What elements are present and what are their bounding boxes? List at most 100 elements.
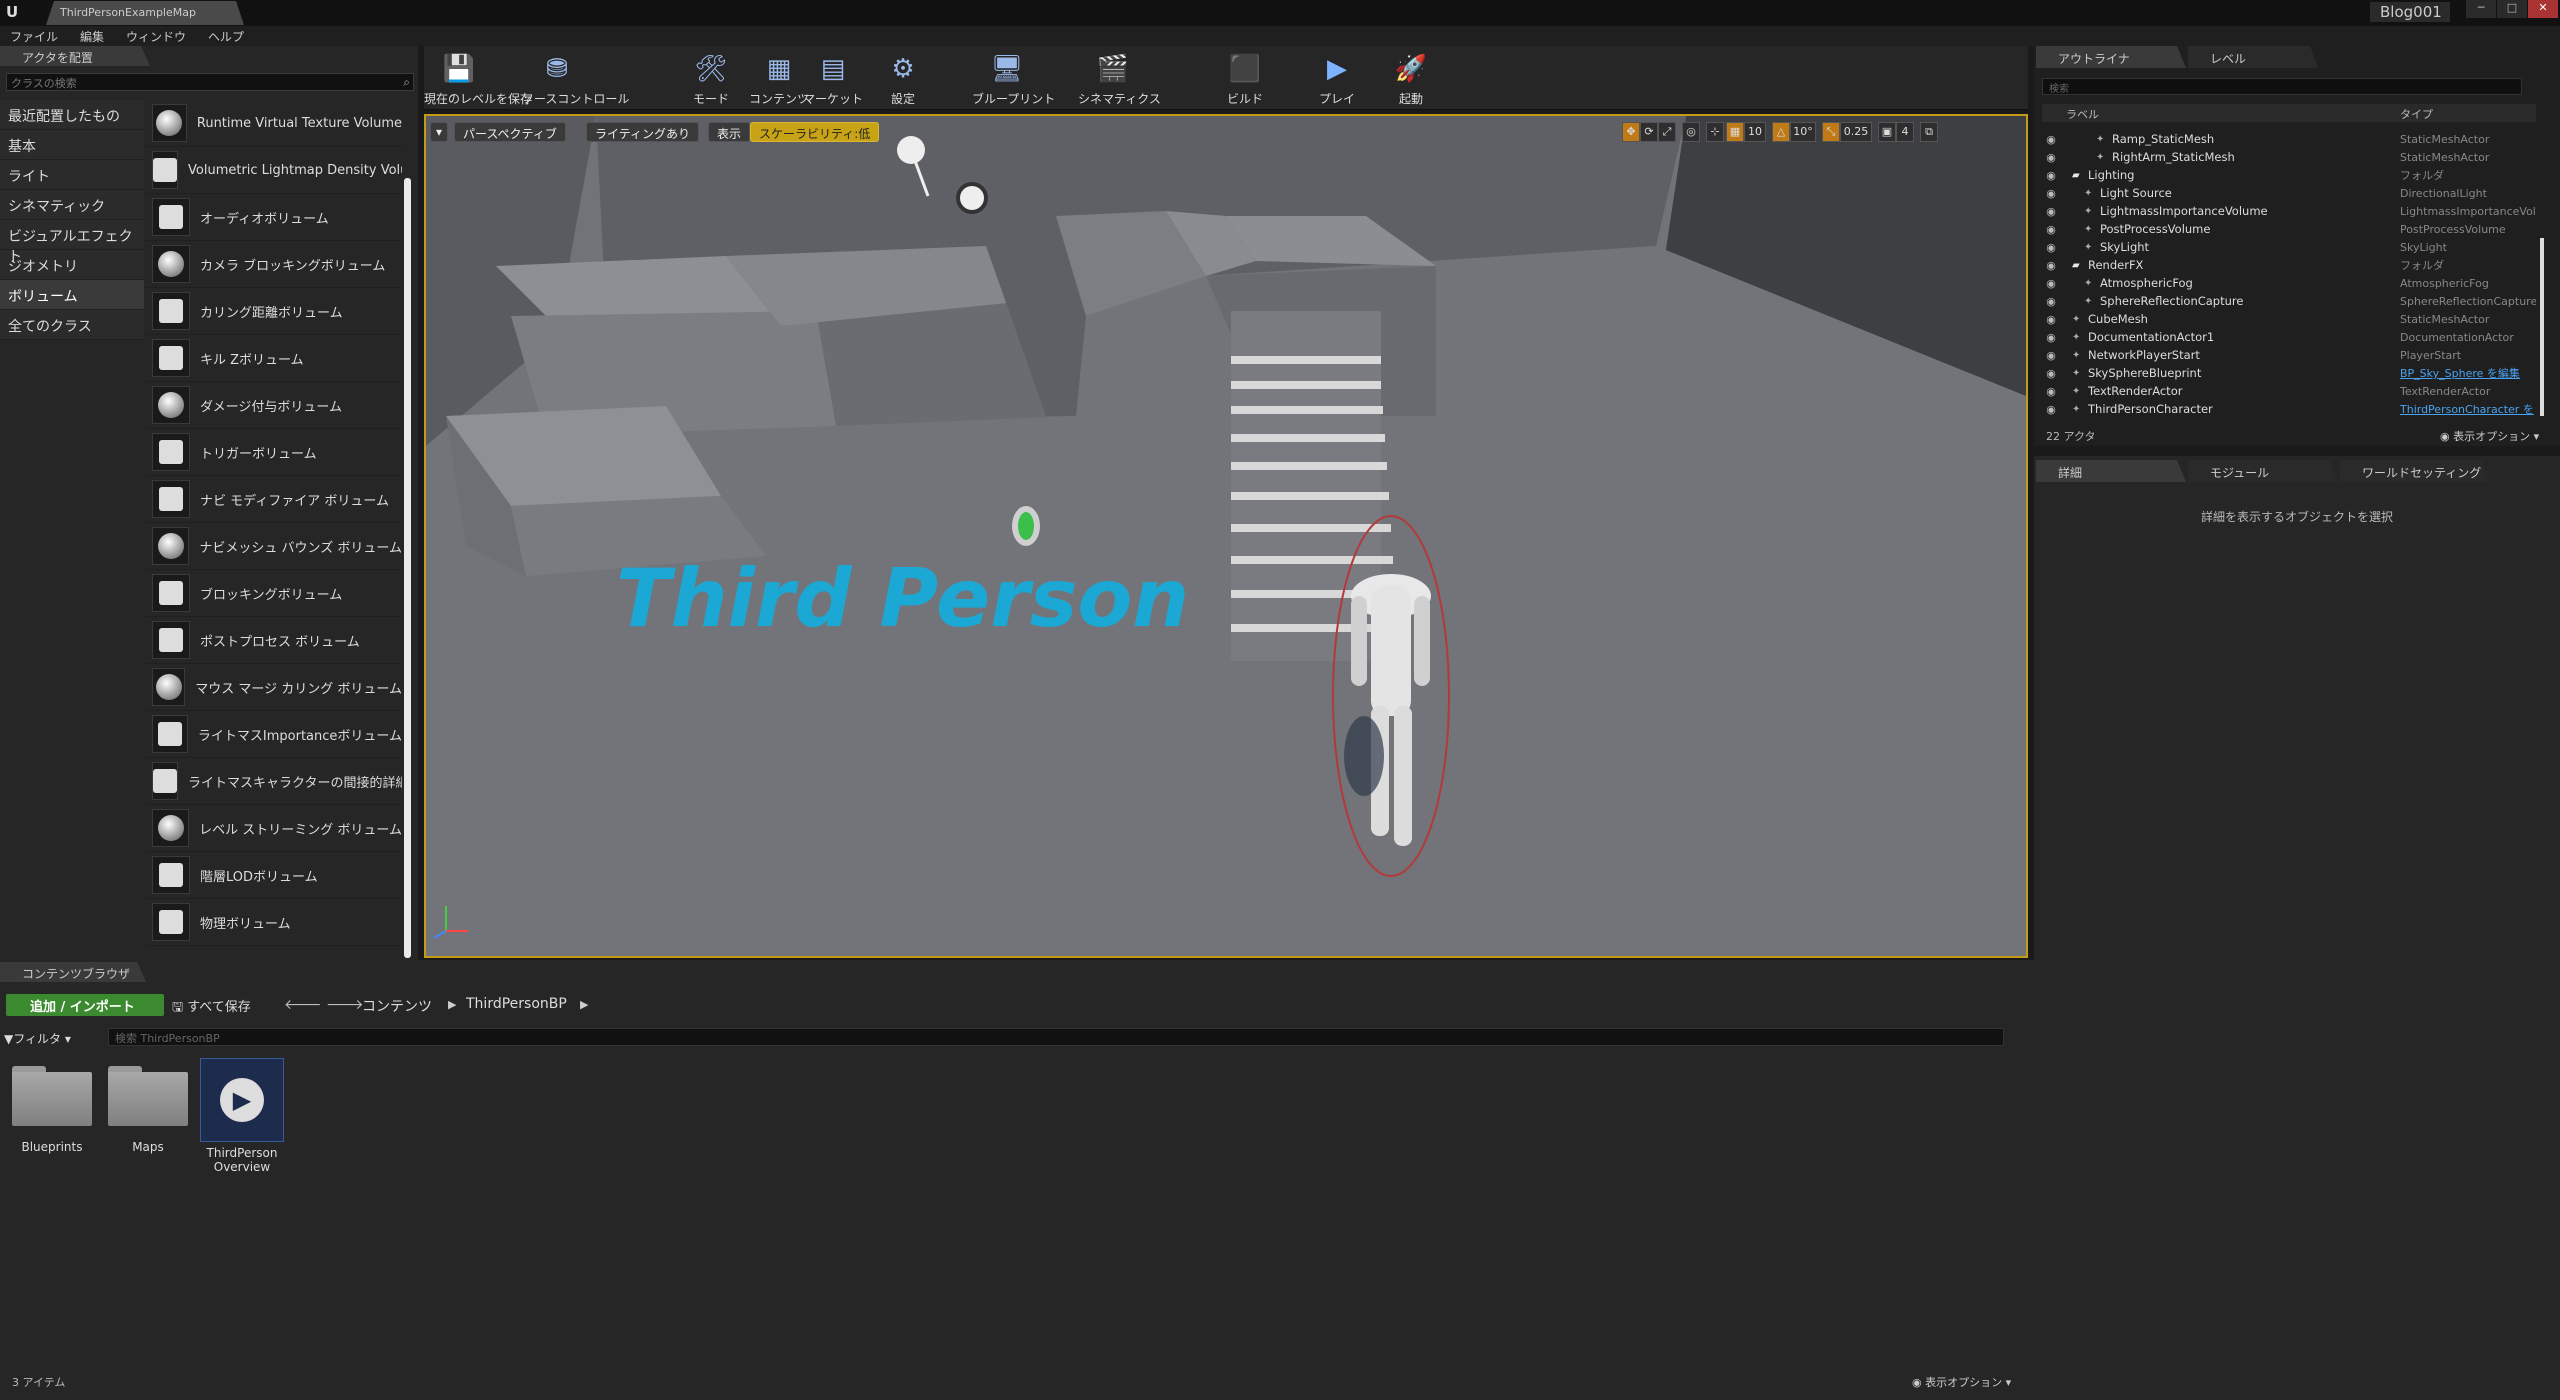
actor-item[interactable]: トリガーボリューム xyxy=(146,429,402,476)
history-nav[interactable]: 🡐 🡒 xyxy=(284,996,364,1013)
asset-search-input[interactable]: 検索 ThirdPersonBP xyxy=(108,1028,2004,1046)
tab-levels[interactable]: レベル xyxy=(2188,46,2318,68)
actor-item[interactable]: 階層LODボリューム xyxy=(146,852,402,899)
visibility-eye-icon[interactable]: ◉ xyxy=(2042,295,2060,308)
outliner-row-type[interactable]: BP_Sky_Sphere を編集 xyxy=(2400,365,2520,381)
class-search-input[interactable]: クラスの検索 ⌕ xyxy=(6,73,414,91)
actor-item[interactable]: ライトマスImportanceボリューム xyxy=(146,711,402,758)
close-button[interactable]: ✕ xyxy=(2528,0,2558,18)
menu-window[interactable]: ウィンドウ xyxy=(124,26,196,46)
actor-item[interactable]: ナビ モディファイア ボリューム xyxy=(146,476,402,523)
actor-list-scrollbar[interactable] xyxy=(404,178,411,958)
forward-arrow-icon[interactable]: 🡒 xyxy=(326,997,364,1013)
actor-item[interactable]: ダメージ付与ボリューム xyxy=(146,382,402,429)
outliner-row[interactable]: ◉ ✦ Light Source DirectionalLight xyxy=(2042,184,2536,202)
level-tab[interactable]: ThirdPersonExampleMap xyxy=(46,1,244,25)
outliner-scrollbar[interactable] xyxy=(2540,238,2544,416)
scale-tool-icon[interactable]: ⤢ xyxy=(1658,122,1676,142)
modes-button[interactable]: 🛠 モード xyxy=(676,50,746,107)
rotation-snap-icon[interactable]: △ xyxy=(1772,122,1790,142)
actor-item[interactable]: 物理ボリューム xyxy=(146,899,402,946)
outliner-row[interactable]: ◉ ✦ Ramp_StaticMesh StaticMeshActor xyxy=(2042,130,2536,148)
breadcrumb-thirdpersonbp[interactable]: ThirdPersonBP xyxy=(466,996,567,1012)
menu-file[interactable]: ファイル xyxy=(8,26,68,46)
outliner-row[interactable]: ◉ ▰ Lighting フォルダ xyxy=(2042,166,2536,184)
translate-tool-icon[interactable]: ✥ xyxy=(1622,122,1640,142)
visibility-eye-icon[interactable]: ◉ xyxy=(2042,133,2060,146)
marketplace-button[interactable]: ▤ マーケット xyxy=(798,50,868,107)
menu-edit[interactable]: 編集 xyxy=(78,26,114,46)
add-import-button[interactable]: 追加 / インポート xyxy=(6,994,164,1016)
outliner-row[interactable]: ◉ ✦ SkyLight SkyLight xyxy=(2042,238,2536,256)
settings-button[interactable]: ⚙ 設定 xyxy=(868,50,938,107)
blueprints-button[interactable]: 🖥 ブループリント xyxy=(972,50,1055,107)
actor-item[interactable]: キル Zボリューム xyxy=(146,335,402,382)
visibility-eye-icon[interactable]: ◉ xyxy=(2042,385,2060,398)
visibility-eye-icon[interactable]: ◉ xyxy=(2042,151,2060,164)
launch-button[interactable]: 🚀 起動 xyxy=(1376,50,1446,107)
category-basic[interactable]: 基本 xyxy=(0,130,144,160)
actor-item[interactable]: Volumetric Lightmap Density Volum xyxy=(146,147,402,194)
outliner-row[interactable]: ◉ ✦ LightmassImportanceVolume LightmassImpo… xyxy=(2042,202,2536,220)
maximize-button[interactable]: □ xyxy=(2497,0,2527,18)
category-visual-effects[interactable]: ビジュアルエフェクト xyxy=(0,220,144,265)
visibility-eye-icon[interactable]: ◉ xyxy=(2042,331,2060,344)
save-level-button[interactable]: 💾 現在のレベルを保存 xyxy=(424,50,532,107)
play-button[interactable]: ▶ プレイ xyxy=(1302,50,1372,107)
visibility-eye-icon[interactable]: ◉ xyxy=(2042,259,2060,272)
category-cinematic[interactable]: シネマティック xyxy=(0,190,144,220)
outliner-row[interactable]: ◉ ✦ TextRenderActor TextRenderActor xyxy=(2042,382,2536,400)
actor-item[interactable]: ブロッキングボリューム xyxy=(146,570,402,617)
breadcrumb-content[interactable]: コンテンツ xyxy=(362,996,432,1016)
scale-snap-icon[interactable]: ⤡ xyxy=(1822,122,1840,142)
cb-view-options[interactable]: ◉ 表示オプション ▾ xyxy=(1912,1374,2011,1390)
breadcrumb-separator-icon[interactable]: ▶ xyxy=(448,998,456,1011)
category-all-classes[interactable]: 全てのクラス xyxy=(0,310,144,340)
menu-help[interactable]: ヘルプ xyxy=(206,26,254,46)
rotate-tool-icon[interactable]: ⟳ xyxy=(1640,122,1658,142)
tab-details[interactable]: 詳細 xyxy=(2036,460,2186,482)
column-label[interactable]: ラベル xyxy=(2066,106,2099,122)
outliner-row[interactable]: ◉ ✦ SkySphereBlueprint BP_Sky_Sphere を編集 xyxy=(2042,364,2536,382)
breadcrumb-separator-icon[interactable]: ▶ xyxy=(580,998,588,1011)
outliner-view-options[interactable]: ◉ 表示オプション ▾ xyxy=(2440,428,2539,444)
category-volumes[interactable]: ボリューム xyxy=(0,280,144,310)
tab-modules[interactable]: モジュール xyxy=(2188,460,2338,482)
grid-snap-icon[interactable]: ▦ xyxy=(1726,122,1744,142)
maximize-viewport-icon[interactable]: ⧉ xyxy=(1920,122,1938,142)
actor-item[interactable]: ナビメッシュ バウンズ ボリューム xyxy=(146,523,402,570)
outliner-row[interactable]: ◉ ✦ AtmosphericFog AtmosphericFog xyxy=(2042,274,2536,292)
actor-item[interactable]: Runtime Virtual Texture Volume xyxy=(146,100,402,147)
visibility-eye-icon[interactable]: ◉ xyxy=(2042,205,2060,218)
outliner-row[interactable]: ◉ ✦ SphereReflectionCapture SphereReflectio… xyxy=(2042,292,2536,310)
actor-item[interactable]: レベル ストリーミング ボリューム xyxy=(146,805,402,852)
category-recent[interactable]: 最近配置したもの xyxy=(0,100,144,130)
outliner-row[interactable]: ◉ ✦ ThirdPersonCharacter ThirdPersonCharact… xyxy=(2042,400,2536,418)
asset-thirdperson-overview[interactable]: ▶ ThirdPerson Overview xyxy=(200,1058,284,1174)
lighting-button[interactable]: ライティングあり xyxy=(586,122,700,142)
perspective-button[interactable]: パースペクティブ xyxy=(454,122,566,142)
save-all-button[interactable]: 🖫 すべて保存 xyxy=(172,996,251,1020)
visibility-eye-icon[interactable]: ◉ xyxy=(2042,403,2060,416)
scalability-button[interactable]: スケーラビリティ:低 xyxy=(750,122,880,142)
asset-folder-blueprints[interactable]: Blueprints xyxy=(10,1058,94,1154)
visibility-eye-icon[interactable]: ◉ xyxy=(2042,169,2060,182)
world-space-icon[interactable]: ◎ xyxy=(1682,122,1700,142)
grid-size-value[interactable]: 10 xyxy=(1744,122,1766,142)
actor-item[interactable]: マウス マージ カリング ボリューム xyxy=(146,664,402,711)
outliner-row[interactable]: ◉ ✦ NetworkPlayerStart PlayerStart xyxy=(2042,346,2536,364)
outliner-row[interactable]: ◉ ✦ RightArm_StaticMesh StaticMeshActor xyxy=(2042,148,2536,166)
tab-place-actors[interactable]: アクタを配置 xyxy=(0,46,150,66)
outliner-row[interactable]: ◉ ✦ DocumentationActor1 DocumentationActor xyxy=(2042,328,2536,346)
show-button[interactable]: 表示 xyxy=(708,122,751,142)
filters-button[interactable]: ▼フィルタ ▾ xyxy=(4,1030,71,1047)
outliner-search-input[interactable]: 検索 xyxy=(2042,78,2522,95)
outliner-row[interactable]: ◉ ✦ PostProcessVolume PostProcessVolume xyxy=(2042,220,2536,238)
build-button[interactable]: ⬛ ビルド xyxy=(1210,50,1280,107)
cinematics-button[interactable]: 🎬 シネマティクス xyxy=(1078,50,1161,107)
actor-item[interactable]: カリング距離ボリューム xyxy=(146,288,402,335)
tab-world-settings[interactable]: ワールドセッティング xyxy=(2340,460,2490,482)
actor-item[interactable]: ライトマスキャラクターの間接的詳細 xyxy=(146,758,402,805)
outliner-row[interactable]: ◉ ▰ RenderFX フォルダ xyxy=(2042,256,2536,274)
source-control-button[interactable]: ⛃ ソースコントロール xyxy=(522,50,629,107)
